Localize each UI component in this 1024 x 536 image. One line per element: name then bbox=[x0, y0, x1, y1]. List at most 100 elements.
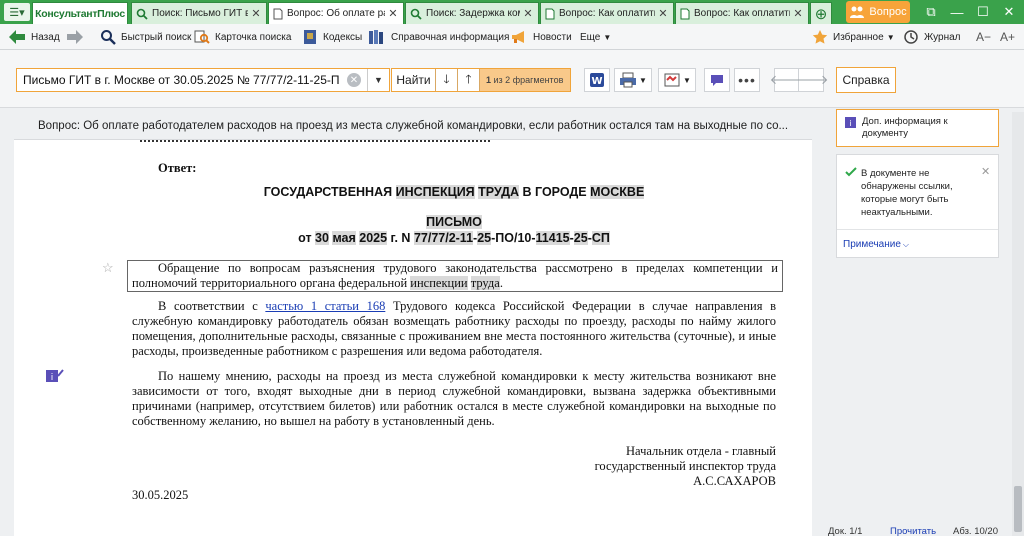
clear-icon[interactable]: ✕ bbox=[347, 73, 361, 87]
close-icon[interactable]: ✕ bbox=[250, 7, 262, 20]
next-fragment-button[interactable]: 🡒 bbox=[794, 68, 828, 92]
tab-search-2[interactable]: Поиск: Задержка ком ✕ bbox=[405, 2, 539, 24]
app-logo[interactable]: КонсультантПлюс bbox=[32, 2, 128, 24]
new-tab-button[interactable]: ⊕ bbox=[810, 2, 832, 24]
main-menu-button[interactable]: ☰▾ bbox=[4, 3, 30, 21]
bookmark-button[interactable]: ▼ bbox=[658, 68, 696, 92]
maximize-icon[interactable]: ☐ bbox=[970, 0, 996, 24]
checkmark-icon bbox=[845, 167, 857, 177]
back-button[interactable]: Назад bbox=[8, 24, 60, 50]
tab-search-1[interactable]: Поиск: Письмо ГИТ в ✕ bbox=[131, 2, 267, 24]
forward-button[interactable] bbox=[66, 24, 89, 50]
additional-info-card[interactable]: i Доп. информация к документу bbox=[836, 109, 999, 147]
close-icon[interactable]: ✕ bbox=[981, 165, 990, 178]
plus-icon: ⊕ bbox=[814, 5, 828, 23]
document-search-input[interactable] bbox=[17, 69, 341, 91]
search-icon bbox=[136, 8, 148, 20]
read-aloud-link[interactable]: Прочитать bbox=[890, 526, 936, 536]
search-highlight: 2025 bbox=[359, 231, 388, 245]
people-icon bbox=[850, 6, 865, 18]
tab-document-2[interactable]: Вопрос: Как оплатить ✕ bbox=[540, 2, 674, 24]
chevron-down-icon: ▼ bbox=[603, 32, 612, 42]
svg-text:i: i bbox=[849, 119, 851, 128]
minimize-icon[interactable]: — bbox=[944, 0, 970, 24]
reference-info-button[interactable]: Справочная информация bbox=[368, 24, 509, 50]
tab-document-active[interactable]: Вопрос: Об оплате ра ✕ bbox=[268, 2, 404, 24]
close-icon[interactable]: ✕ bbox=[657, 7, 669, 20]
books-icon bbox=[369, 30, 383, 44]
search-highlight: труда bbox=[470, 276, 500, 290]
note-link[interactable]: Примечание ⌵ bbox=[843, 239, 909, 250]
help-button[interactable]: Справка bbox=[836, 67, 896, 93]
search-card-button[interactable]: Карточка поиска bbox=[194, 24, 291, 50]
search-icon bbox=[410, 8, 422, 20]
sign-date: 30.05.2025 bbox=[132, 488, 189, 502]
paragraph-counter: Абз. 10/20 bbox=[953, 526, 998, 536]
printer-icon bbox=[620, 72, 637, 88]
word-export-button[interactable]: W bbox=[584, 68, 610, 92]
question-button[interactable]: Вопрос bbox=[846, 1, 910, 23]
paragraph-2: В соответствии с частью 1 статьи 168 Тру… bbox=[132, 299, 776, 358]
tab-label: Вопрос: Об оплате ра bbox=[287, 8, 385, 19]
news-button[interactable]: Новости bbox=[510, 24, 572, 50]
history-icon bbox=[904, 30, 918, 44]
font-smaller-button[interactable]: A− bbox=[976, 24, 991, 50]
magnifier-icon bbox=[101, 30, 116, 45]
scrollbar-thumb[interactable] bbox=[1014, 486, 1022, 532]
print-button[interactable]: ▼ bbox=[614, 68, 652, 92]
doc-counter: Док. 1/1 bbox=[828, 526, 863, 536]
law-link[interactable]: частью 1 статьи 168 bbox=[265, 299, 385, 313]
letter-date-number: от 30 мая 2025 г. N 77/77/2-11-25-ПО/10-… bbox=[132, 231, 776, 245]
find-prev-button[interactable]: 🡑 bbox=[458, 69, 480, 91]
font-larger-button[interactable]: A+ bbox=[1000, 24, 1015, 50]
tab-label: Поиск: Письмо ГИТ в bbox=[152, 8, 248, 19]
more-menu[interactable]: Еще ▼ bbox=[580, 24, 611, 50]
find-next-button[interactable]: 🡓 bbox=[436, 69, 458, 91]
paragraph-1: Обращение по вопросам разъяснения трудов… bbox=[127, 260, 783, 292]
codes-button[interactable]: Кодексы bbox=[302, 24, 362, 50]
favorites-button[interactable]: Избранное ▼ bbox=[812, 24, 895, 50]
search-highlight: 30 bbox=[315, 231, 329, 245]
search-highlight: ТРУДА bbox=[478, 185, 520, 199]
close-icon[interactable]: ✕ bbox=[522, 7, 534, 20]
paragraph-3: По нашему мнению, расходы на проезд из м… bbox=[132, 369, 776, 428]
speech-bubble-icon bbox=[711, 75, 723, 86]
tab-document-3[interactable]: Вопрос: Как оплатить ✕ bbox=[675, 2, 809, 24]
text-run: г. N bbox=[387, 231, 414, 245]
close-icon[interactable]: ✕ bbox=[387, 7, 399, 20]
chevron-down-icon: ▼ bbox=[886, 32, 895, 42]
document-icon bbox=[545, 8, 555, 19]
search-history-dropdown[interactable]: ▼ bbox=[367, 69, 389, 91]
text-run: В ГОРОДЕ bbox=[519, 185, 591, 199]
search-highlight: МОСКВЕ bbox=[590, 185, 645, 199]
chevron-down-icon: ⌵ bbox=[902, 240, 909, 249]
more-actions-button[interactable]: ••• bbox=[734, 68, 760, 92]
document-icon bbox=[273, 8, 283, 19]
tab-label: Поиск: Задержка ком bbox=[426, 8, 520, 19]
journal-button[interactable]: Журнал bbox=[903, 24, 961, 50]
search-highlight: СП bbox=[591, 231, 610, 245]
note-card: В документе не обнаружены ссылки, которы… bbox=[836, 154, 999, 258]
arrow-right-icon bbox=[67, 30, 83, 44]
search-highlight: 25 bbox=[477, 231, 492, 245]
clipped-text-line bbox=[140, 140, 490, 144]
close-window-icon[interactable]: ✕ bbox=[996, 0, 1022, 24]
word-icon: W bbox=[590, 73, 604, 87]
find-button[interactable]: Найти bbox=[392, 69, 436, 91]
search-highlight: 11415 bbox=[535, 231, 570, 245]
vertical-scrollbar[interactable] bbox=[1012, 112, 1024, 536]
org-heading: ГОСУДАРСТВЕННАЯ ИНСПЕКЦИЯ ТРУДА В ГОРОДЕ… bbox=[132, 185, 776, 199]
arrow-down-icon: 🡓 bbox=[443, 71, 450, 86]
close-icon[interactable]: ✕ bbox=[792, 7, 804, 20]
codex-icon bbox=[304, 30, 316, 44]
chevron-down-icon: ▼ bbox=[639, 75, 647, 85]
star-outline-icon[interactable]: ☆ bbox=[102, 260, 114, 276]
restore-icon[interactable]: ⧉ bbox=[918, 0, 944, 24]
arrow-right-icon: 🡒 bbox=[793, 72, 829, 87]
comment-button[interactable] bbox=[704, 68, 730, 92]
quick-search-button[interactable]: Быстрый поиск bbox=[100, 24, 191, 50]
hamburger-icon: ☰▾ bbox=[9, 6, 25, 19]
document-search-box: ✕ ▼ bbox=[16, 68, 390, 92]
signature-block: Начальник отдела - главный государственн… bbox=[594, 444, 776, 488]
info-note-icon[interactable]: i bbox=[46, 368, 64, 382]
